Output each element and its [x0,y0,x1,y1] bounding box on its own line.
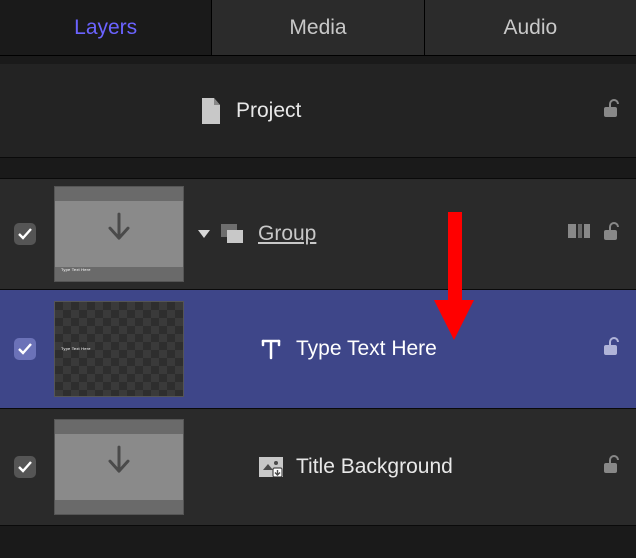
document-icon [198,98,224,124]
download-arrow-icon [102,445,136,487]
lock-icon[interactable] [600,220,622,248]
panels-icon[interactable] [568,222,590,246]
visibility-checkbox-group[interactable] [14,223,36,245]
thumbnail-text: Type Text Here [54,301,184,397]
drop-zone-icon [258,457,284,477]
row-group-label[interactable]: Group [258,222,568,246]
thumbnail-titlebg [54,419,184,515]
row-title-background[interactable]: Title Background [0,408,636,526]
row-titlebg-label: Title Background [296,455,600,479]
row-project[interactable]: Project [0,64,636,158]
group-stack-icon [220,224,246,244]
row-text-layer[interactable]: Type Text Here Type Text Here [0,290,636,408]
download-arrow-icon [102,212,136,254]
tabs-bar: Layers Media Audio [0,0,636,56]
tab-layers[interactable]: Layers [0,0,212,55]
tab-audio[interactable]: Audio [425,0,636,55]
disclosure-triangle[interactable] [198,230,210,238]
visibility-checkbox-titlebg[interactable] [14,456,36,478]
row-group[interactable]: Type Text Here Group [0,178,636,290]
text-t-icon [258,338,284,360]
thumbnail-group: Type Text Here [54,186,184,282]
lock-icon[interactable] [600,335,622,363]
layers-panel: Project Type Text Here Group [0,64,636,526]
visibility-checkbox-text[interactable] [14,338,36,360]
lock-icon[interactable] [600,453,622,481]
row-text-label[interactable]: Type Text Here [296,337,600,361]
row-project-label: Project [236,99,600,123]
lock-icon[interactable] [600,97,622,125]
tab-media[interactable]: Media [212,0,424,55]
